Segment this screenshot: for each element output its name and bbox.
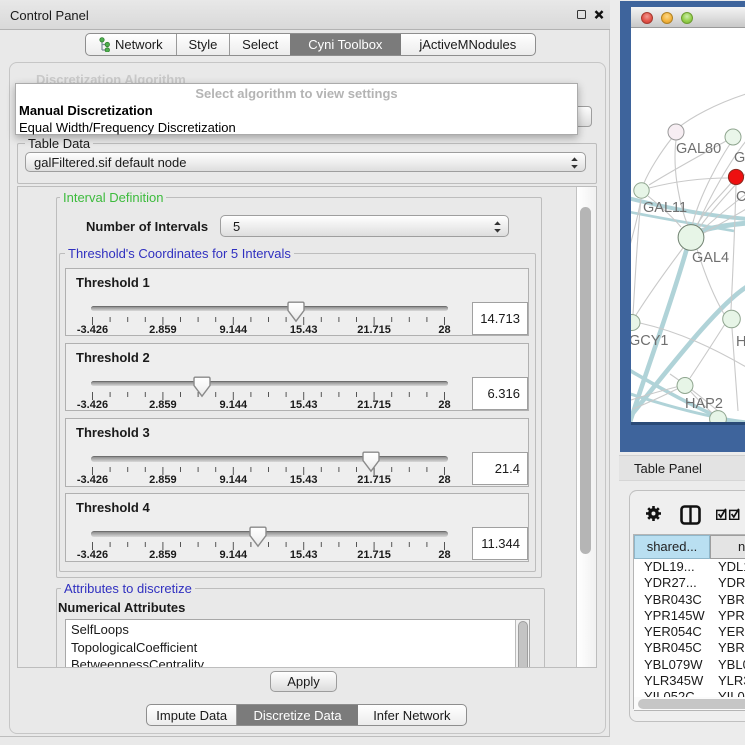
svg-text:GCY1: GCY1 — [631, 333, 669, 349]
svg-text:GAL11: GAL11 — [643, 200, 687, 216]
svg-text:C: C — [736, 189, 745, 205]
svg-text:GAL80: GAL80 — [676, 141, 721, 157]
svg-text:G: G — [734, 150, 745, 166]
svg-text:HAP2: HAP2 — [685, 396, 723, 412]
svg-text:H: H — [736, 334, 745, 350]
svg-text:GAL4: GAL4 — [692, 250, 729, 266]
